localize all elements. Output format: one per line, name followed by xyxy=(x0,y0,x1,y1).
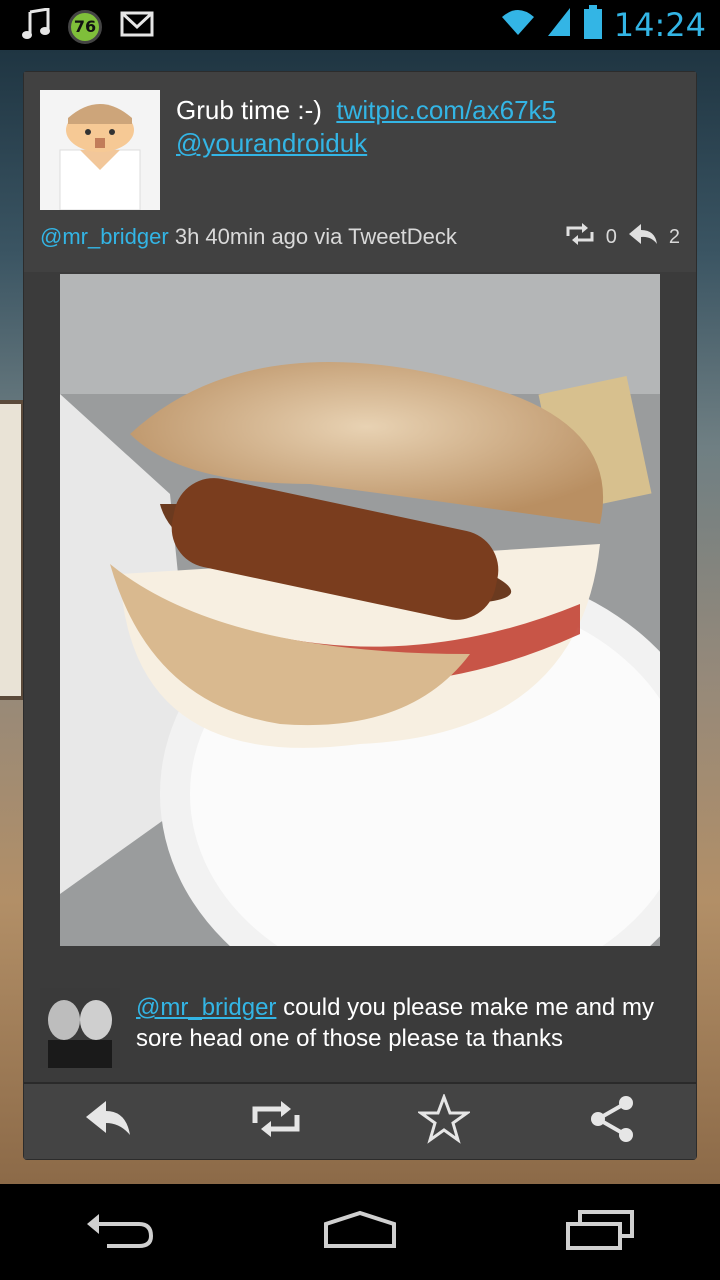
home-button[interactable] xyxy=(310,1197,410,1267)
tweet-text: Grub time :-) twitpic.com/ax67k5 @youran… xyxy=(176,94,676,160)
retweet-count: 0 xyxy=(605,225,617,248)
back-icon xyxy=(85,1210,155,1255)
tweet-action-bar xyxy=(24,1082,696,1159)
retweet-button[interactable] xyxy=(236,1087,316,1157)
clock: 14:24 xyxy=(613,5,706,44)
share-button[interactable] xyxy=(572,1087,652,1157)
reply-button[interactable] xyxy=(68,1087,148,1157)
tweet-meta: @mr_bridger 3h 40min ago via TweetDeck xyxy=(40,224,457,250)
notification-badge: 76 xyxy=(68,9,102,44)
favorite-button[interactable] xyxy=(404,1087,484,1157)
recents-icon xyxy=(564,1209,636,1255)
reply-text: @mr_bridger could you please make me and… xyxy=(136,992,681,1054)
tweet-detail-dialog: Grub time :-) twitpic.com/ax67k5 @youran… xyxy=(24,72,696,1159)
reply-icon xyxy=(84,1099,132,1144)
wifi-icon xyxy=(500,7,536,42)
author-avatar[interactable] xyxy=(40,90,160,210)
home-icon xyxy=(322,1210,398,1255)
reply-avatar[interactable] xyxy=(40,988,120,1068)
signal-icon xyxy=(546,6,572,43)
reply-count-icon xyxy=(627,222,659,252)
tweet-body: Grub time :-) xyxy=(176,95,322,125)
tweet-timestamp: 3h 40min ago via TweetDeck xyxy=(174,224,457,249)
tweet-link[interactable]: twitpic.com/ax67k5 xyxy=(336,95,556,125)
favorite-icon xyxy=(416,1092,472,1149)
tweet-photo[interactable] xyxy=(60,274,660,946)
retweet-count-icon xyxy=(564,222,596,252)
music-note-icon xyxy=(22,7,50,45)
status-bar: 76 14:24 xyxy=(0,0,720,50)
wallpaper-sign xyxy=(0,400,25,700)
tweet-mention[interactable]: @yourandroiduk xyxy=(176,128,367,158)
share-icon xyxy=(588,1094,636,1149)
reply-count: 2 xyxy=(668,225,680,248)
back-button[interactable] xyxy=(70,1197,170,1267)
tweet-header: Grub time :-) twitpic.com/ax67k5 @youran… xyxy=(24,72,696,272)
tweet-counts: 0 2 xyxy=(564,222,680,252)
retweet-icon xyxy=(249,1099,303,1144)
author-username[interactable]: @mr_bridger xyxy=(40,224,169,249)
navigation-bar xyxy=(0,1184,720,1280)
gmail-icon xyxy=(120,11,154,42)
recents-button[interactable] xyxy=(550,1197,650,1267)
battery-icon xyxy=(582,4,604,45)
reply-mention[interactable]: @mr_bridger xyxy=(136,994,276,1021)
